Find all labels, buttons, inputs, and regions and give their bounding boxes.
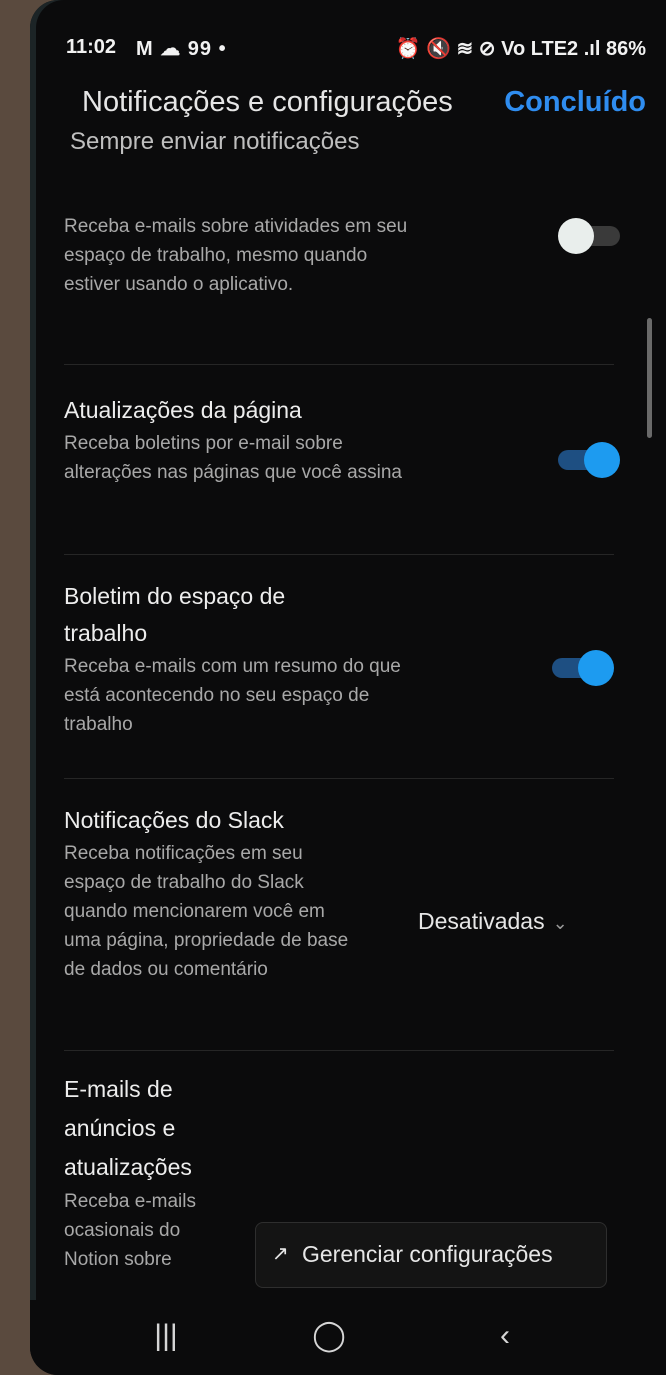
divider: [64, 778, 614, 779]
workspace-digest-toggle[interactable]: [548, 650, 614, 686]
phone-screen: 11:02 M ☁ 99 • ⏰ 🔇 ≋ ⊘ Vo LTE2 .ıl 86% N…: [30, 0, 666, 1375]
scrollbar[interactable]: [647, 318, 652, 438]
divider: [64, 554, 614, 555]
activity-emails-toggle[interactable]: [558, 218, 624, 254]
system-status-icons: ⏰ 🔇 ≋ ⊘ Vo LTE2 .ıl: [395, 38, 601, 60]
divider: [64, 1050, 614, 1051]
header: Notificações e configurações Concluído: [82, 86, 646, 130]
setting-description: Receba e-mails com um resumo do que está…: [64, 656, 401, 735]
system-nav-bar: ||| ◯ ‹: [30, 1300, 666, 1375]
setting-description: Receba boletins por e-mail sobre alteraç…: [64, 433, 403, 483]
setting-title: Boletim do espaço de trabalho: [64, 583, 286, 646]
back-button[interactable]: ‹: [485, 1316, 525, 1356]
toggle-knob: [578, 650, 614, 686]
setting-title: Notificações do Slack: [64, 807, 284, 833]
page-title: Notificações e configurações: [82, 86, 453, 118]
setting-slack-notifications: Notificações do Slack Receba notificaçõe…: [64, 802, 614, 984]
page-updates-toggle[interactable]: [554, 442, 620, 478]
setting-title: E-mails de anúncios e atualizações: [64, 1076, 192, 1180]
dropdown-value: Desativadas: [418, 908, 545, 934]
manage-settings-label: Gerenciar configurações: [302, 1241, 553, 1267]
status-time: 11:02: [66, 36, 117, 58]
toggle-knob: [558, 218, 594, 254]
done-button[interactable]: Concluído: [504, 86, 646, 119]
setting-description: Receba notificações em seu espaço de tra…: [64, 843, 349, 980]
chevron-down-icon: ⌄: [552, 913, 568, 933]
notification-icons: M ☁ 99 •: [136, 38, 227, 60]
home-button[interactable]: ◯: [309, 1316, 349, 1356]
recent-apps-button[interactable]: |||: [146, 1316, 186, 1356]
setting-title: Atualizações da página: [64, 397, 302, 423]
divider: [64, 364, 614, 365]
battery-percent: 86%: [605, 38, 646, 60]
section-heading: Sempre enviar notificações: [70, 128, 360, 155]
setting-description: Receba e-mails ocasionais do Notion sobr…: [64, 1191, 196, 1270]
status-bar: 11:02 M ☁ 99 • ⏰ 🔇 ≋ ⊘ Vo LTE2 .ıl 86%: [66, 33, 646, 67]
setting-page-updates: Atualizações da página Receba boletins p…: [64, 392, 614, 487]
setting-activity-emails: Receba e-mails sobre atividades em seu e…: [64, 212, 614, 299]
setting-description: Receba e-mails sobre atividades em seu e…: [64, 216, 408, 295]
setting-workspace-digest: Boletim do espaço de trabalho Receba e-m…: [64, 578, 614, 739]
toggle-knob: [584, 442, 620, 478]
external-link-icon: ↗: [272, 1243, 289, 1265]
system-icons: ⏰ 🔇 ≋ ⊘ Vo LTE2 .ıl 86%: [396, 36, 646, 61]
slack-notifications-dropdown[interactable]: Desativadas ⌄: [418, 908, 568, 935]
manage-settings-button[interactable]: ↗ Gerenciar configurações: [255, 1222, 607, 1288]
